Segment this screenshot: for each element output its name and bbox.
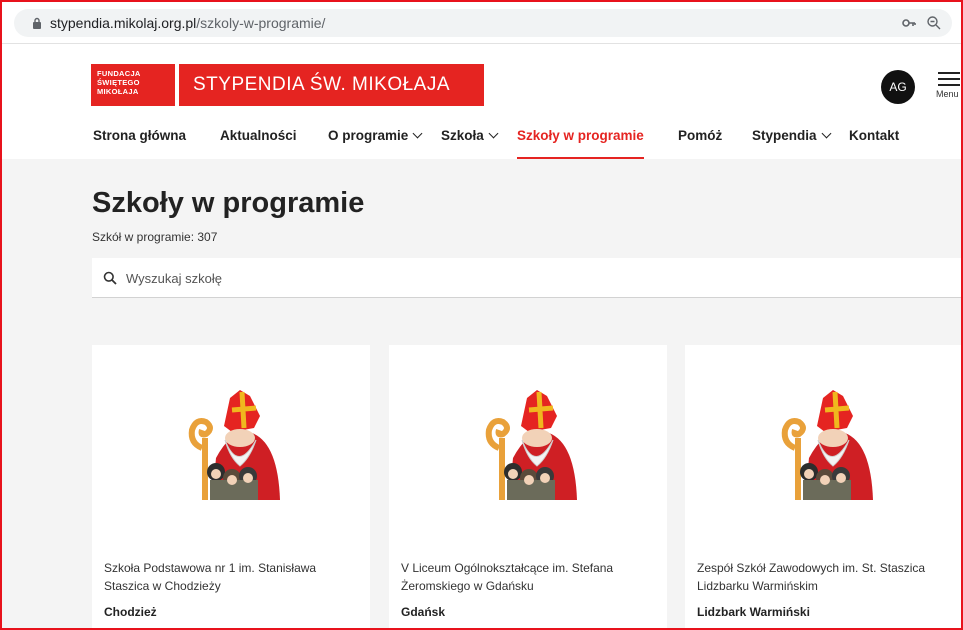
school-name: Szkoła Podstawowa nr 1 im. Stanisława St… — [104, 561, 317, 593]
nav-label: Pomóż — [678, 128, 723, 143]
chevron-down-icon — [821, 128, 831, 139]
nav-item-school[interactable]: Szkoła — [441, 128, 499, 159]
nav-item-about[interactable]: O programie — [328, 128, 423, 159]
avatar[interactable]: AG — [881, 70, 915, 104]
search-input[interactable] — [126, 267, 726, 289]
nav-item-contact[interactable]: Kontakt — [849, 128, 899, 159]
site-logo-title[interactable]: STYPENDIA ŚW. MIKOŁAJA — [179, 64, 484, 106]
nav-label: Strona główna — [93, 128, 187, 143]
menu-button[interactable]: Menu — [934, 70, 961, 106]
school-city: Chodzież — [104, 605, 157, 619]
url-host: stypendia.mikolaj.org.pl — [50, 15, 197, 31]
key-icon[interactable] — [902, 17, 916, 29]
zoom-icon[interactable] — [926, 15, 942, 31]
page-title: Szkoły w programie — [92, 187, 365, 219]
browser-window: stypendia.mikolaj.org.pl/szkoly-w-progra… — [0, 0, 963, 630]
logo-line: FUNDACJA — [97, 69, 141, 78]
nav-item-schools-in-program[interactable]: Szkoły w programie — [517, 128, 644, 159]
logo-line: MIKOŁAJA — [97, 87, 139, 96]
school-card[interactable]: Szkoła Podstawowa nr 1 im. Stanisława St… — [92, 345, 370, 628]
url-text: stypendia.mikolaj.org.pl/szkoly-w-progra… — [50, 15, 325, 31]
search-icon — [103, 271, 117, 285]
nav-label: Szkoła — [441, 128, 484, 143]
saint-nicholas-image — [188, 390, 280, 500]
hamburger-icon — [938, 72, 960, 86]
url-field[interactable]: stypendia.mikolaj.org.pl/szkoly-w-progra… — [14, 9, 952, 37]
foundation-logo[interactable]: FUNDACJA ŚWIĘTEGO MIKOŁAJA — [91, 64, 175, 106]
nav-item-news[interactable]: Aktualności — [220, 128, 297, 159]
school-card[interactable]: V Liceum Ogólnokształcące im. Stefana Że… — [389, 345, 667, 628]
school-card[interactable]: Zespół Szkół Zawodowych im. St. Staszica… — [685, 345, 961, 628]
chevron-down-icon — [412, 128, 423, 139]
school-city: Lidzbark Warmiński — [697, 605, 810, 619]
nav-label: Szkoły w programie — [517, 128, 644, 143]
school-city: Gdańsk — [401, 605, 446, 619]
nav-label: O programie — [328, 128, 409, 143]
nav-label: Kontakt — [849, 128, 900, 143]
search-bar — [92, 258, 961, 298]
site-header: FUNDACJA ŚWIĘTEGO MIKOŁAJA STYPENDIA ŚW.… — [2, 44, 961, 159]
nav-item-home[interactable]: Strona główna — [93, 128, 186, 159]
address-bar: stypendia.mikolaj.org.pl/szkoly-w-progra… — [2, 2, 961, 44]
saint-nicholas-image — [781, 390, 873, 500]
main-navigation: Strona główna Aktualności O programie Sz… — [2, 128, 961, 159]
school-count: Szkół w programie: 307 — [92, 230, 218, 244]
logo-line: ŚWIĘTEGO — [97, 78, 140, 87]
menu-label: Menu — [936, 89, 959, 99]
school-name: Zespół Szkół Zawodowych im. St. Staszica… — [697, 561, 926, 593]
url-path: /szkoly-w-programie/ — [196, 15, 326, 31]
nav-item-scholarships[interactable]: Stypendia — [752, 128, 831, 159]
nav-item-help[interactable]: Pomóż — [678, 128, 722, 159]
lock-icon — [33, 17, 41, 29]
saint-nicholas-image — [485, 390, 577, 500]
school-name: V Liceum Ogólnokształcące im. Stefana Że… — [401, 561, 614, 593]
chevron-down-icon — [488, 128, 499, 139]
nav-label: Stypendia — [752, 128, 817, 143]
nav-label: Aktualności — [220, 128, 297, 143]
